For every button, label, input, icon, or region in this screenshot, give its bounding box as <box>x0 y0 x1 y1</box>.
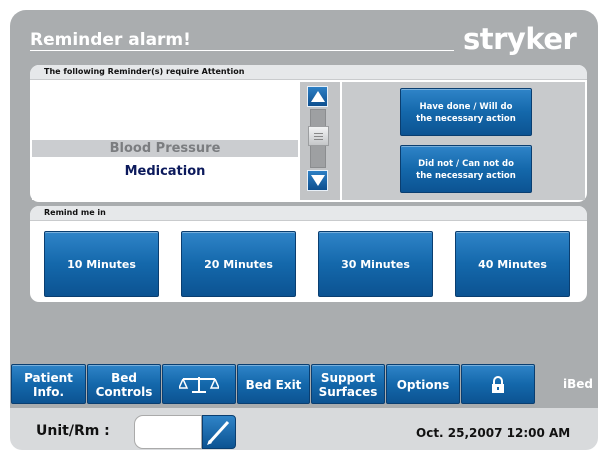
nav-scale[interactable] <box>162 364 236 404</box>
pencil-icon <box>207 420 230 445</box>
reminders-panel-header: The following Reminder(s) require Attent… <box>30 65 587 80</box>
arrow-up-icon[interactable] <box>307 86 328 107</box>
unit-room-label: Unit/Rm : <box>36 423 110 439</box>
action-area: Have done / Will do the necessary action… <box>342 82 585 200</box>
have-done-line2: the necessary action <box>416 114 516 124</box>
reminders-panel: The following Reminder(s) require Attent… <box>30 65 587 202</box>
nav-bar: Patient Info. Bed Controls Bed Exit Supp… <box>10 362 598 407</box>
stryker-logo: stryker <box>463 22 577 56</box>
remind-20-minutes-button[interactable]: 20 Minutes <box>181 231 296 297</box>
nav-patient-info[interactable]: Patient Info. <box>11 364 86 404</box>
nav-bed-line1: Bed <box>111 371 137 385</box>
nav-bed-exit[interactable]: Bed Exit <box>237 364 310 404</box>
remind-30-minutes-button[interactable]: 30 Minutes <box>318 231 433 297</box>
nav-support-surfaces[interactable]: Support Surfaces <box>311 364 385 404</box>
reminder-item-blood-pressure[interactable]: Blood Pressure <box>32 140 298 157</box>
unit-room-field[interactable] <box>134 415 202 449</box>
nav-patient-line2: Info. <box>32 385 65 399</box>
nav-support-line1: Support <box>320 371 376 385</box>
edit-unit-button[interactable] <box>202 415 236 449</box>
nav-lock[interactable] <box>461 364 535 404</box>
nav-patient-line1: Patient <box>24 371 73 385</box>
remind-40-minutes-button[interactable]: 40 Minutes <box>455 231 570 297</box>
nav-support-line2: Surfaces <box>318 385 378 399</box>
status-bar: Unit/Rm : Oct. 25,2007 12:00 AM <box>10 408 598 450</box>
ibed-logo: iBed <box>563 377 593 391</box>
date-time: Oct. 25,2007 12:00 AM <box>416 426 571 440</box>
remind-panel-header: Remind me in <box>30 206 587 221</box>
scale-icon <box>177 377 221 393</box>
reminder-item-medication[interactable]: Medication <box>32 163 298 180</box>
nav-bed-controls[interactable]: Bed Controls <box>87 364 161 404</box>
remind-heading: Remind me in <box>44 208 106 217</box>
reminder-screen: Reminder alarm! stryker The following Re… <box>0 0 605 450</box>
did-not-button[interactable]: Did not / Can not do the necessary actio… <box>400 145 532 193</box>
remind-10-minutes-button[interactable]: 10 Minutes <box>44 231 159 297</box>
nav-options[interactable]: Options <box>386 364 460 404</box>
lock-icon <box>492 376 504 393</box>
did-not-line1: Did not / Can not do <box>418 159 514 169</box>
window-background: Reminder alarm! stryker The following Re… <box>10 10 598 408</box>
did-not-line2: the necessary action <box>416 171 516 181</box>
title-underline <box>30 50 454 51</box>
reminder-list: Blood Pressure Medication <box>32 82 298 200</box>
have-done-button[interactable]: Have done / Will do the necessary action <box>400 88 532 136</box>
scroll-thumb[interactable] <box>308 126 329 146</box>
nav-bed-line2: Controls <box>95 385 153 399</box>
arrow-down-icon[interactable] <box>307 170 328 191</box>
reminder-scrollbar[interactable] <box>300 82 340 200</box>
have-done-line1: Have done / Will do <box>419 102 513 112</box>
remind-panel: Remind me in 10 Minutes 20 Minutes 30 Mi… <box>30 206 587 302</box>
reminders-heading: The following Reminder(s) require Attent… <box>44 67 245 76</box>
page-title: Reminder alarm! <box>30 30 191 50</box>
